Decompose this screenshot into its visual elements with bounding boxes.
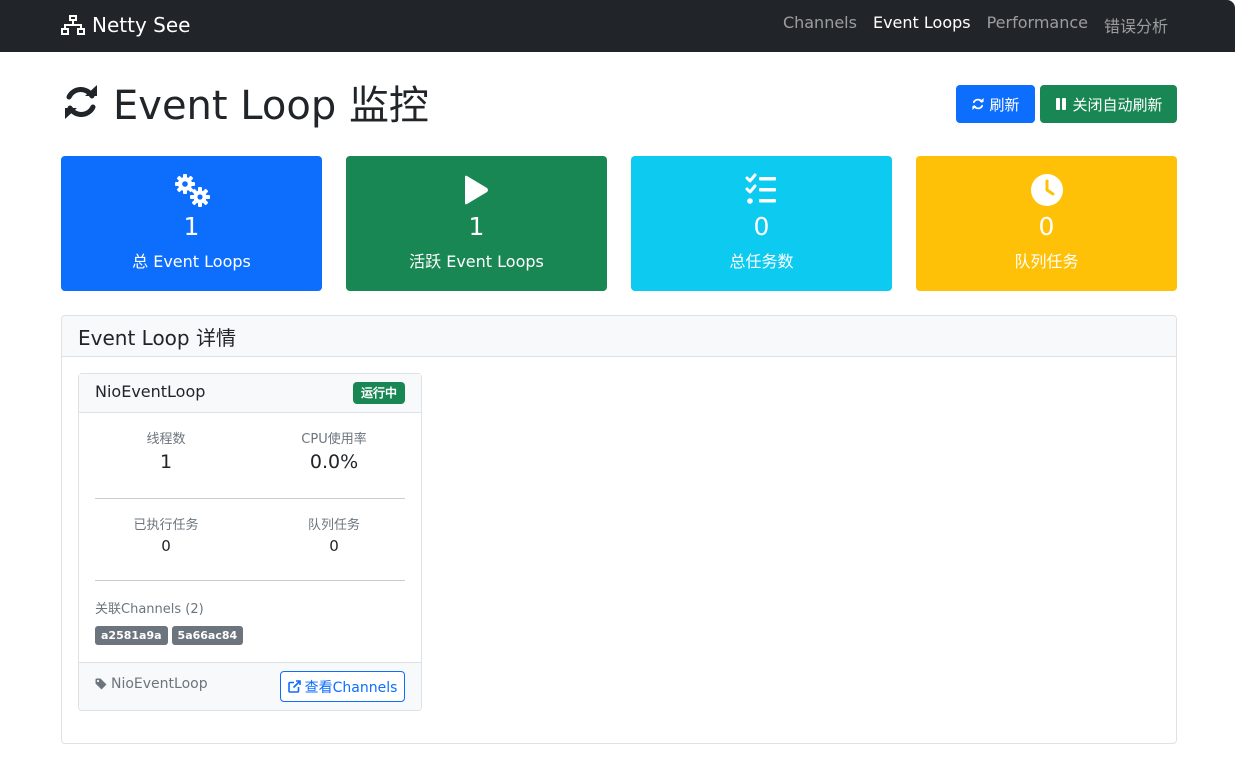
auto-refresh-button-label: 关闭自动刷新 [1072, 95, 1163, 114]
page-title-text: Event Loop 监控 [113, 83, 429, 129]
stat-card-total-event-loops: 1 总 Event Loops [61, 156, 322, 291]
stat-label: 队列任务 [1014, 252, 1079, 271]
metric-label: 队列任务 [307, 518, 360, 533]
refresh-button-label: 刷新 [989, 95, 1020, 114]
channel-chip-list: a2581a9a 5a66ac84 [95, 626, 244, 645]
channel-chip[interactable]: a2581a9a [95, 626, 168, 645]
divider [95, 498, 405, 499]
external-link-icon [287, 680, 301, 693]
brand[interactable]: Netty See [61, 12, 190, 38]
associated-channels-label: 关联Channels (2) [95, 602, 204, 617]
brand-name: Netty See [92, 13, 191, 37]
metric-label: CPU使用率 [301, 432, 367, 447]
sync-icon [65, 85, 97, 119]
event-loop-card: NioEventLoop 运行中 线程数 1 CPU使用率 0.0% 已执行任务… [78, 373, 422, 711]
navbar: Netty See Channels Event Loops Performan… [0, 0, 1235, 52]
stat-value: 0 [1038, 212, 1055, 241]
metric-label: 线程数 [146, 432, 186, 447]
stat-card-active-event-loops: 1 活跃 Event Loops [346, 156, 607, 291]
nav-link-channels[interactable]: Channels [783, 13, 857, 37]
metric-value: 1 [159, 451, 173, 473]
sync-icon [972, 98, 985, 110]
clock-icon [1030, 174, 1063, 206]
metric-label: 已执行任务 [133, 518, 199, 533]
event-loop-type-tag: NioEventLoop [95, 676, 208, 692]
event-loop-name: NioEventLoop [95, 382, 206, 401]
metric-value: 0 [329, 537, 339, 555]
event-loop-card-header: NioEventLoop 运行中 [79, 374, 421, 413]
view-channels-label: 查看Channels [304, 679, 398, 696]
network-icon [61, 15, 85, 35]
nav-link-error-analysis[interactable]: 错误分析 [1104, 13, 1168, 37]
metric-value: 0 [161, 537, 171, 555]
stat-value: 1 [468, 212, 485, 241]
metric-cpu-usage: CPU使用率 0.0% [257, 431, 411, 475]
toggle-auto-refresh-button[interactable]: 关闭自动刷新 [1040, 85, 1177, 123]
metric-executed-tasks: 已执行任务 0 [89, 517, 243, 557]
channel-chip[interactable]: 5a66ac84 [171, 626, 244, 645]
stat-card-queued-tasks: 0 队列任务 [916, 156, 1177, 291]
metric-thread-count: 线程数 1 [89, 431, 243, 475]
stat-card-total-tasks: 0 总任务数 [631, 156, 892, 291]
stat-label: 总 Event Loops [132, 252, 251, 271]
metric-value: 0.0% [309, 451, 359, 473]
nav-link-event-loops[interactable]: Event Loops [873, 13, 971, 37]
stat-value: 0 [753, 212, 770, 241]
event-loop-details-panel: Event Loop 详情 NioEventLoop 运行中 线程数 1 CPU… [61, 315, 1177, 744]
metric-queued-tasks: 队列任务 0 [257, 517, 411, 557]
pause-icon [1056, 98, 1067, 110]
view-channels-button[interactable]: 查看Channels [280, 671, 405, 702]
play-icon [464, 175, 488, 205]
task-list-icon [745, 173, 776, 204]
gears-icon [174, 174, 210, 207]
stat-label: 总任务数 [729, 252, 794, 271]
nav-links: Channels Event Loops Performance 错误分析 [783, 13, 1168, 37]
nav-link-performance[interactable]: Performance [987, 13, 1088, 37]
status-badge: 运行中 [352, 382, 405, 404]
page-title: Event Loop 监控 [61, 76, 429, 129]
tag-icon [95, 678, 107, 690]
panel-header: Event Loop 详情 [62, 316, 1176, 357]
stat-value: 1 [183, 212, 200, 241]
refresh-button[interactable]: 刷新 [956, 85, 1035, 123]
stat-label: 活跃 Event Loops [409, 252, 544, 271]
event-loop-card-footer: NioEventLoop 查看Channels [79, 662, 421, 710]
divider [95, 580, 405, 581]
event-loop-type-text: NioEventLoop [111, 676, 208, 692]
